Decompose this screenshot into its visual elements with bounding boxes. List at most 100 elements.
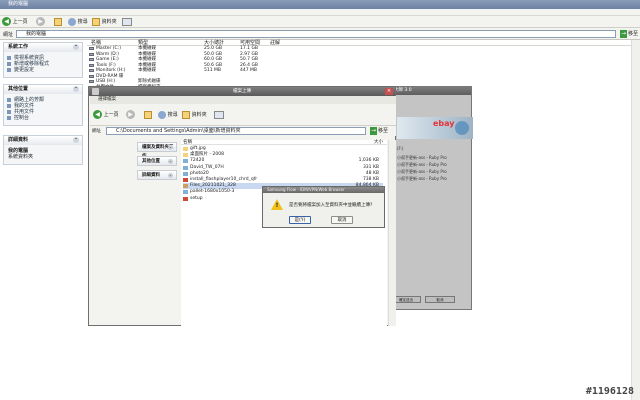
go-button[interactable]: 移至: [620, 30, 638, 38]
ebay-button-bar: 確定送出 取消: [387, 296, 469, 304]
collapse-chevron-icon[interactable]: ⌃: [73, 137, 79, 143]
folders-icon: [92, 17, 100, 26]
back-arrow-icon: ◀: [2, 17, 11, 26]
alert-cancel-button[interactable]: 取消: [331, 216, 353, 224]
place-control-panel[interactable]: 控制台: [4, 115, 82, 121]
ebay-banner: ebay: [397, 117, 473, 139]
column-size[interactable]: 大小: [374, 140, 383, 145]
drive-free: 447 MB: [240, 68, 257, 73]
drive-free: 26.4 GB: [240, 62, 259, 68]
drive-icon: [89, 80, 94, 83]
ebay-line: 小幫手更新-ass - Ruby Pro: [397, 162, 447, 167]
drive-type: 本機磁碟: [138, 62, 156, 68]
file-size: 48 KB: [365, 170, 379, 176]
drive-type: 本機磁碟: [138, 51, 156, 57]
ebay-line: (F:): [397, 146, 404, 151]
folder-icon: [183, 153, 188, 158]
file-row[interactable]: photo20 48 KB: [183, 171, 383, 177]
image-icon: [183, 165, 188, 170]
dialog-address-input[interactable]: C:\Documents and Settings\Admin\桌面\新增資料夾: [106, 127, 366, 135]
main-vertical-scrollbar[interactable]: [631, 40, 640, 400]
other-places-heading[interactable]: 其他位置 ⌃: [4, 85, 82, 94]
drive-name: Master (C:): [96, 46, 121, 51]
drive-free: 17.1 GB: [240, 46, 259, 51]
drive-icon: [89, 52, 94, 56]
collapse-chevron-icon[interactable]: ⌃: [73, 86, 79, 92]
drive-icon: [89, 74, 94, 78]
file-size: 331 KB: [362, 164, 379, 170]
up-folder-button[interactable]: [54, 17, 62, 27]
back-button[interactable]: ◀ 上一頁: [2, 17, 28, 27]
drive-row[interactable]: Warm (D:) 本機磁碟 50.0 GB 2.97 GB: [87, 52, 387, 57]
other-places-panel: 其他位置 ⌃ 網路上的芳鄰 我的文件 共用文件 控制台: [3, 84, 83, 126]
dialog-folders-button[interactable]: 資料夾: [182, 110, 207, 120]
drive-total: 60.0 GB: [204, 57, 223, 62]
folders-button[interactable]: 資料夾: [92, 17, 117, 27]
ebay-logo: ebay: [433, 119, 455, 128]
file-list: 名稱 大小 gift.jpg 桌面照片 - 2008 72420 1,036 KB Da…: [181, 140, 387, 326]
file-row[interactable]: 桌面照片 - 2008: [183, 152, 383, 158]
file-row[interactable]: David_TW_07H 331 KB: [183, 165, 383, 171]
menu-bar[interactable]: [0, 9, 640, 16]
expand-chevron-icon[interactable]: ⌄: [168, 159, 173, 164]
search-button[interactable]: 搜尋: [68, 17, 88, 27]
drive-row[interactable]: Monitork (H:) 本機磁碟 511 MB 447 MB: [87, 68, 387, 73]
warning-mark: !: [275, 202, 279, 209]
close-icon[interactable]: ×: [385, 88, 393, 95]
file-size: 1,036 KB: [358, 158, 379, 164]
details-subtitle: 系統資料夾: [8, 154, 34, 160]
dialog-vertical-scrollbar[interactable]: [388, 140, 396, 326]
expand-chevron-icon[interactable]: ⌄: [168, 173, 173, 178]
collapse-chevron-icon[interactable]: ⌃: [73, 44, 79, 50]
file-folder-tasks-panel[interactable]: 檔案及資料夾工作 ⌄: [137, 142, 177, 159]
dialog-views-button[interactable]: [214, 110, 224, 120]
drive-type: 卸除式磁碟: [138, 79, 161, 84]
task-pane: 系統工作 ⌃ 檢視系統資訊 新增或移除程式 變更設定 其他位置 ⌃ 網路上的芳鄰…: [0, 40, 87, 400]
drive-row[interactable]: DVD-RAM 碟: [87, 74, 387, 79]
drive-total: 50.0 GB: [204, 51, 223, 57]
details-heading[interactable]: 詳細資料 ⌃: [4, 136, 82, 145]
dialog-up-folder-button[interactable]: [144, 110, 152, 120]
forward-arrow-icon: ▶: [36, 17, 45, 26]
drive-row[interactable]: Game (E:) 本機磁碟 60.0 GB 50.7 GB: [87, 57, 387, 62]
forward-button[interactable]: ▶: [36, 17, 45, 27]
column-name[interactable]: 名稱: [183, 140, 192, 145]
file-list-header: 名稱 大小: [181, 140, 387, 145]
dialog-other-places-panel[interactable]: 其他位置 ⌄: [137, 156, 177, 166]
drive-name: DVD-RAM 碟: [96, 73, 124, 79]
image-icon: [183, 190, 188, 195]
dialog-go-button[interactable]: 移至: [370, 127, 388, 135]
file-name: photo20: [190, 170, 209, 176]
window-title: 我的電腦: [8, 1, 29, 7]
image-icon: [183, 171, 188, 176]
dialog-search-button[interactable]: 搜尋: [158, 110, 178, 120]
drive-icon: [89, 58, 94, 61]
file-name: pallet-1680x1050-3: [190, 189, 235, 195]
address-input[interactable]: 我的電腦: [16, 30, 616, 38]
drive-type: 本機磁碟: [138, 68, 156, 73]
drive-row[interactable]: Master (C:) 本機磁碟 25.0 GB 17.1 GB: [87, 46, 387, 51]
up-folder-icon: [54, 17, 62, 26]
drive-name: Game (E:): [96, 57, 119, 62]
dialog-forward-button[interactable]: ▶: [126, 110, 135, 120]
forward-arrow-icon: ▶: [126, 110, 135, 119]
alert-title-bar: Samsung Flow - IDM/VPN/Web Browser: [263, 187, 384, 193]
file-row[interactable]: 72420 1,036 KB: [183, 158, 383, 164]
drive-row[interactable]: USB (H:) 卸除式磁碟: [87, 79, 387, 84]
drive-row[interactable]: Tools (F:) 本機磁碟 50.6 GB 26.4 GB: [87, 63, 387, 68]
ebay-cancel-button[interactable]: 取消: [425, 296, 455, 303]
confirm-alert-dialog: Samsung Flow - IDM/VPN/Web Browser ! 是否要…: [262, 186, 385, 228]
address-label: 網址: [3, 32, 14, 38]
views-button[interactable]: [122, 17, 132, 27]
app-icon: [92, 88, 99, 95]
dialog-toolbar: ◀ 上一頁 ▶ 搜尋 資料夾: [90, 104, 396, 126]
system-tasks-panel: 系統工作 ⌃ 檢視系統資訊 新增或移除程式 變更設定: [3, 42, 83, 78]
dialog-subtitle: 選擇檔案: [90, 96, 396, 104]
task-change-setting[interactable]: 變更設定: [4, 67, 82, 73]
alert-ok-button[interactable]: 是(Y): [289, 216, 311, 224]
drive-name: USB (H:): [96, 79, 116, 84]
dialog-back-button[interactable]: ◀ 上一頁: [93, 110, 119, 120]
system-tasks-heading[interactable]: 系統工作 ⌃: [4, 43, 82, 52]
expand-chevron-icon[interactable]: ⌄: [168, 145, 173, 150]
dialog-details-panel[interactable]: 詳細資料 ⌄: [137, 170, 177, 180]
